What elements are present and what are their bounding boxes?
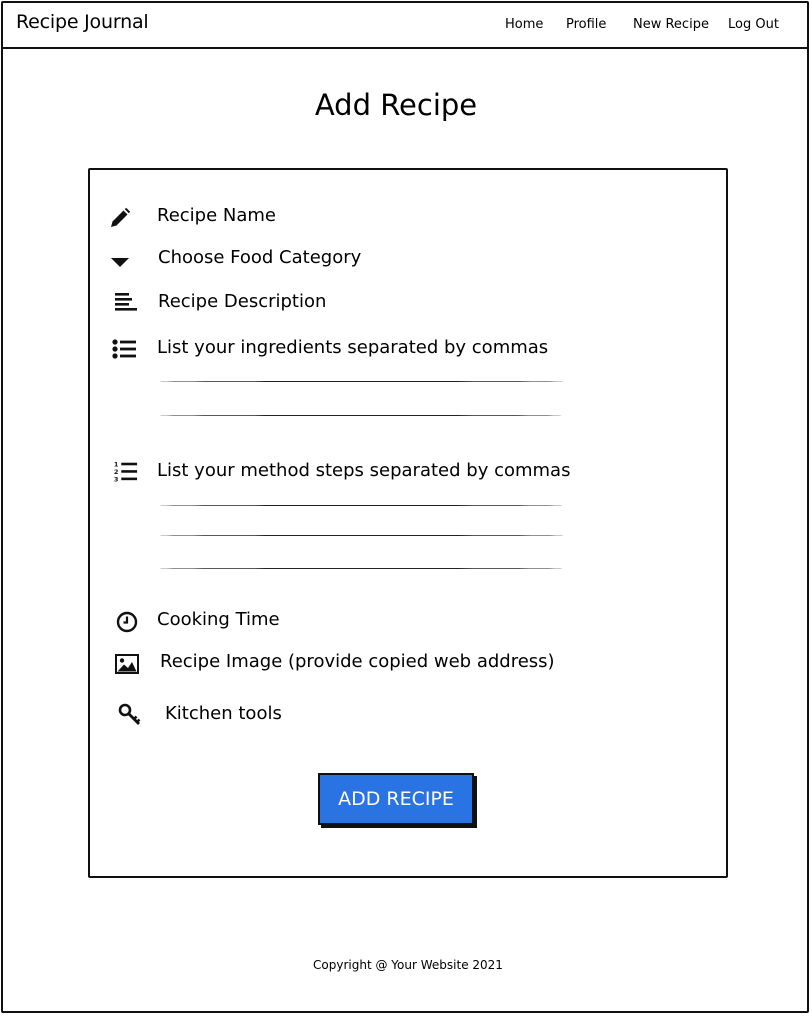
method-line[interactable] — [158, 505, 564, 506]
numbered-list-icon: 1 2 3 — [112, 459, 138, 485]
nav-link-profile[interactable]: Profile — [566, 17, 606, 32]
method-steps-field[interactable]: List your method steps separated by comm… — [157, 460, 570, 481]
recipe-image-url-field[interactable]: Recipe Image (provide copied web address… — [160, 651, 555, 672]
clock-icon — [114, 609, 140, 635]
add-recipe-button[interactable]: ADD RECIPE — [318, 773, 474, 825]
method-line[interactable] — [158, 568, 564, 569]
brand-logo[interactable]: Recipe Journal — [16, 11, 149, 33]
kitchen-tools-field[interactable]: Kitchen tools — [165, 703, 282, 724]
ingredients-line[interactable] — [158, 415, 563, 416]
method-line[interactable] — [158, 535, 565, 536]
navbar: Recipe Journal Home Profile New Recipe L… — [1, 1, 809, 49]
image-icon — [114, 651, 140, 677]
nav-link-new-recipe[interactable]: New Recipe — [633, 17, 709, 32]
text-align-icon — [113, 290, 139, 316]
nav-link-home[interactable]: Home — [505, 17, 543, 32]
ingredients-field[interactable]: List your ingredients separated by comma… — [157, 337, 548, 358]
caret-down-icon[interactable] — [107, 248, 133, 274]
recipe-description-field[interactable]: Recipe Description — [158, 291, 326, 312]
footer-copyright: Copyright @ Your Website 2021 — [313, 958, 503, 972]
pencil-icon — [107, 205, 133, 231]
food-category-select[interactable]: Choose Food Category — [158, 247, 361, 268]
cooking-time-field[interactable]: Cooking Time — [157, 609, 280, 630]
bullet-list-icon — [111, 337, 137, 363]
add-recipe-form — [88, 168, 728, 878]
ingredients-line[interactable] — [158, 381, 565, 382]
page-title: Add Recipe — [314, 88, 478, 122]
nav-link-log-out[interactable]: Log Out — [728, 17, 779, 32]
svg-text:3: 3 — [114, 475, 119, 483]
key-icon — [117, 702, 143, 728]
recipe-name-field[interactable]: Recipe Name — [157, 205, 276, 226]
